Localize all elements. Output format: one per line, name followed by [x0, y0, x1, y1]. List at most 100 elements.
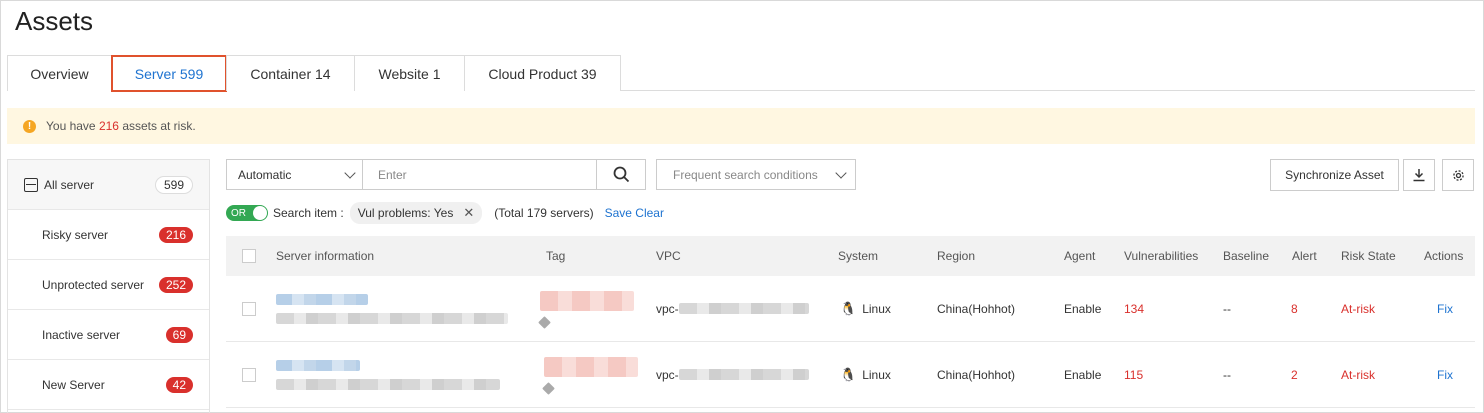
sidebar-item-label: All server: [44, 177, 95, 192]
settings-button[interactable]: [1442, 159, 1474, 191]
tab-website[interactable]: Website 1: [354, 55, 465, 91]
filter-chip: Vul problems: Yes ✕: [349, 202, 483, 224]
search-icon: [613, 166, 629, 183]
download-button[interactable]: [1403, 159, 1435, 191]
vulnerabilities-value[interactable]: 134: [1124, 276, 1144, 341]
gear-icon: [1452, 169, 1464, 181]
sidebar-item-new-server[interactable]: New Server 42: [8, 360, 209, 410]
search-mode-select[interactable]: Automatic: [226, 159, 363, 190]
col-system: System: [838, 249, 879, 263]
sidebar-item-count: 599: [154, 175, 193, 194]
sidebar-item-count: 216: [158, 226, 193, 243]
search-mode-value: Automatic: [238, 167, 292, 182]
system-cell: 🐧 Linux: [840, 342, 891, 407]
col-tag: Tag: [546, 249, 566, 263]
table-row: vpc- 🐧 Linux China(Hohhot) Enable 115 -- …: [226, 342, 1475, 408]
sidebar-item-unprotected-server[interactable]: Unprotected server 252: [8, 260, 209, 310]
server-info[interactable]: [276, 342, 500, 407]
tab-overview[interactable]: Overview: [7, 55, 112, 91]
sidebar-item-label: Unprotected server: [42, 277, 145, 292]
chevron-down-icon: [835, 166, 847, 179]
search-input[interactable]: Enter: [362, 159, 597, 190]
alert-value[interactable]: 8: [1291, 276, 1298, 341]
alert-prefix: You have: [46, 119, 96, 133]
page-title: Assets: [15, 6, 94, 36]
col-agent: Agent: [1064, 249, 1096, 263]
fix-link[interactable]: Fix: [1437, 342, 1453, 407]
tag-cell: [538, 276, 634, 341]
vulnerabilities-value[interactable]: 115: [1124, 342, 1143, 407]
tab-server[interactable]: Server 599: [111, 55, 227, 92]
alert-suffix: assets at risk.: [122, 119, 196, 133]
sidebar-item-count: 69: [165, 326, 193, 343]
tab-container[interactable]: Container 14: [226, 55, 355, 91]
warning-icon: !: [23, 119, 36, 133]
row-checkbox[interactable]: [242, 301, 256, 316]
tab-cloud-product[interactable]: Cloud Product 39: [464, 55, 621, 91]
select-all-checkbox[interactable]: [242, 249, 256, 263]
col-server-information: Server information: [276, 249, 375, 263]
sidebar-item-inactive-server[interactable]: Inactive server 69: [8, 310, 209, 360]
sidebar-item-label: Risky server: [42, 227, 109, 242]
col-vpc: VPC: [656, 249, 681, 263]
save-clear-link[interactable]: Save Clear: [605, 206, 664, 220]
row-checkbox[interactable]: [242, 367, 256, 382]
filter-row: OR Search item : Vul problems: Yes ✕ (To…: [226, 202, 664, 224]
server-name-redacted: [276, 359, 360, 371]
total-count: (Total 179 servers): [494, 206, 594, 220]
frequent-conditions-placeholder: Frequent search conditions: [673, 167, 818, 182]
vpc-prefix: vpc-: [656, 301, 679, 316]
or-toggle[interactable]: OR: [226, 205, 268, 221]
search-item-label: Search item :: [273, 206, 344, 220]
agent-value: Enable: [1064, 367, 1102, 382]
filter-chip-label: Vul problems: Yes: [357, 206, 454, 220]
asset-tabs: Overview Server 599 Container 14 Website…: [7, 55, 1475, 92]
col-risk-state: Risk State: [1341, 249, 1396, 263]
risk-state-value: At-risk: [1341, 301, 1375, 316]
table-header: Server information Tag VPC System Region…: [226, 236, 1475, 276]
col-actions: Actions: [1424, 249, 1464, 263]
tag-icon[interactable]: [542, 381, 555, 395]
sidebar-item-label: Inactive server: [42, 327, 121, 342]
col-baseline: Baseline: [1223, 249, 1270, 263]
system-value: Linux: [862, 301, 891, 316]
server-ip-redacted: [276, 378, 500, 390]
frequent-conditions-select[interactable]: Frequent search conditions: [656, 159, 856, 190]
synchronize-asset-button[interactable]: Synchronize Asset: [1270, 159, 1399, 191]
server-info[interactable]: [276, 276, 508, 341]
baseline-value: --: [1223, 367, 1231, 382]
linux-icon: 🐧: [840, 366, 857, 382]
sidebar-item-risky-server[interactable]: Risky server 216: [8, 210, 209, 260]
server-icon: [24, 177, 38, 192]
sidebar-item-label: New Server: [42, 377, 105, 392]
sidebar-item-count: 42: [165, 376, 193, 393]
server-name-redacted: [276, 293, 368, 305]
vpc-id-redacted: [678, 303, 809, 314]
col-region: Region: [937, 249, 976, 263]
sidebar-item-all-server[interactable]: All server 599: [8, 160, 209, 210]
sidebar-item-count: 252: [158, 276, 193, 293]
agent-value: Enable: [1064, 301, 1102, 316]
chevron-down-icon: [344, 166, 356, 179]
region-value: China(Hohhot): [937, 367, 1016, 382]
risk-state-value: At-risk: [1341, 367, 1375, 382]
tag-redacted: [540, 290, 634, 311]
server-category-sidebar: All server 599 Risky server 216 Unprotec…: [7, 159, 210, 413]
vpc-id-redacted: [678, 369, 809, 380]
close-icon[interactable]: ✕: [463, 205, 474, 221]
linux-icon: 🐧: [840, 300, 857, 316]
search-button[interactable]: [596, 159, 646, 190]
baseline-value: --: [1223, 301, 1231, 316]
system-value: Linux: [862, 367, 891, 382]
col-vulnerabilities: Vulnerabilities: [1124, 249, 1199, 263]
vpc-prefix: vpc-: [656, 367, 679, 382]
tag-icon[interactable]: [538, 315, 551, 329]
risk-alert-banner: ! You have 216 assets at risk.: [7, 108, 1475, 144]
alert-value[interactable]: 2: [1291, 342, 1298, 407]
server-ip-redacted: [276, 312, 508, 324]
table-row: vpc- 🐧 Linux China(Hohhot) Enable 134 -- …: [226, 276, 1475, 342]
alert-risk-count: 216: [98, 119, 119, 133]
system-cell: 🐧 Linux: [840, 276, 891, 341]
fix-link[interactable]: Fix: [1437, 276, 1453, 341]
vpc-cell: vpc-: [656, 276, 809, 341]
